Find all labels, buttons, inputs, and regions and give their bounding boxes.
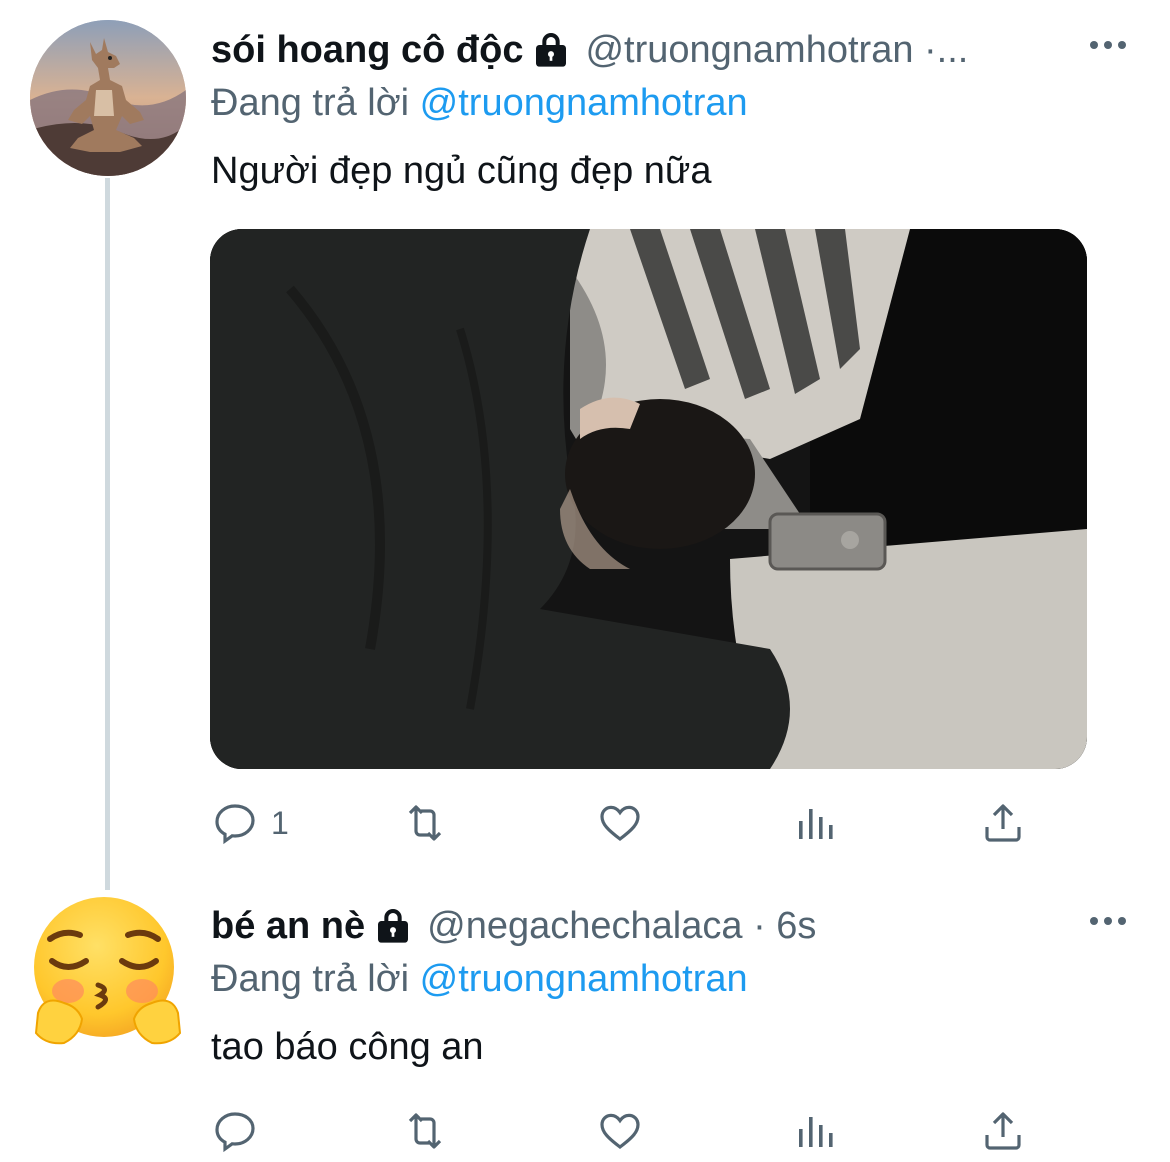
reply-icon bbox=[215, 804, 255, 845]
display-name[interactable]: sói hoang cô độc bbox=[211, 29, 523, 72]
lock-icon bbox=[378, 909, 409, 943]
replying-to-mention[interactable]: @truongnamhotran bbox=[420, 82, 748, 124]
retweet-button[interactable] bbox=[401, 795, 449, 851]
tweet-header: bé an nè @negachechalaca · 6s bbox=[211, 898, 1150, 954]
tweet-media-image[interactable] bbox=[210, 229, 1087, 769]
replying-to-mention[interactable]: @truongnamhotran bbox=[420, 958, 748, 1000]
replying-to-label: Đang trả lời bbox=[211, 958, 410, 1000]
display-name[interactable]: bé an nè bbox=[211, 905, 365, 948]
tweet-text: Người đẹp ngủ cũng đẹp nữa bbox=[211, 150, 712, 192]
handle[interactable]: @negachechalaca · 6s bbox=[427, 905, 816, 948]
share-icon bbox=[985, 1112, 1021, 1150]
retweet-icon bbox=[408, 805, 442, 841]
more-options-icon[interactable] bbox=[1088, 914, 1128, 928]
tweet-text: tao báo công an bbox=[211, 1026, 484, 1068]
like-button[interactable] bbox=[596, 795, 644, 851]
lock-icon bbox=[536, 33, 567, 67]
reply-count: 1 bbox=[271, 804, 289, 841]
sleeping-person-photo-icon bbox=[210, 229, 1087, 769]
views-chart-icon bbox=[799, 1117, 833, 1147]
like-button[interactable] bbox=[596, 1103, 644, 1159]
more-options-icon[interactable] bbox=[1088, 38, 1128, 52]
retweet-icon bbox=[408, 1113, 442, 1149]
tweet-header: sói hoang cô độc @truongnamhotran ·... bbox=[211, 22, 1150, 78]
views-chart-icon bbox=[799, 809, 833, 839]
tweet-actions bbox=[211, 1103, 1041, 1159]
tweet[interactable]: bé an nè @negachechalaca · 6s Đang trả l… bbox=[211, 898, 1150, 1072]
share-button[interactable] bbox=[979, 795, 1027, 851]
reply-icon bbox=[215, 1112, 255, 1153]
avatar[interactable] bbox=[30, 20, 186, 176]
tweet[interactable]: sói hoang cô độc @truongnamhotran ·... Đ… bbox=[211, 22, 1150, 196]
replying-to: Đang trả lời @truongnamhotran bbox=[211, 78, 1150, 128]
wolf-avatar-icon bbox=[30, 20, 186, 176]
heart-icon bbox=[600, 805, 640, 842]
heart-icon bbox=[600, 1113, 640, 1150]
pleading-kissing-emoji-icon bbox=[34, 897, 182, 1045]
retweet-button[interactable] bbox=[401, 1103, 449, 1159]
avatar[interactable] bbox=[30, 895, 186, 1051]
views-button[interactable] bbox=[791, 795, 839, 851]
share-icon bbox=[985, 804, 1021, 842]
tweet-actions: 1 bbox=[211, 795, 1041, 851]
replying-to-label: Đang trả lời bbox=[211, 82, 410, 124]
views-button[interactable] bbox=[791, 1103, 839, 1159]
thread-connector-line bbox=[105, 178, 110, 890]
handle[interactable]: @truongnamhotran ·... bbox=[585, 29, 968, 72]
reply-button[interactable]: 1 bbox=[211, 795, 289, 851]
reply-button[interactable] bbox=[211, 1103, 271, 1159]
replying-to: Đang trả lời @truongnamhotran bbox=[211, 954, 1150, 1004]
share-button[interactable] bbox=[979, 1103, 1027, 1159]
